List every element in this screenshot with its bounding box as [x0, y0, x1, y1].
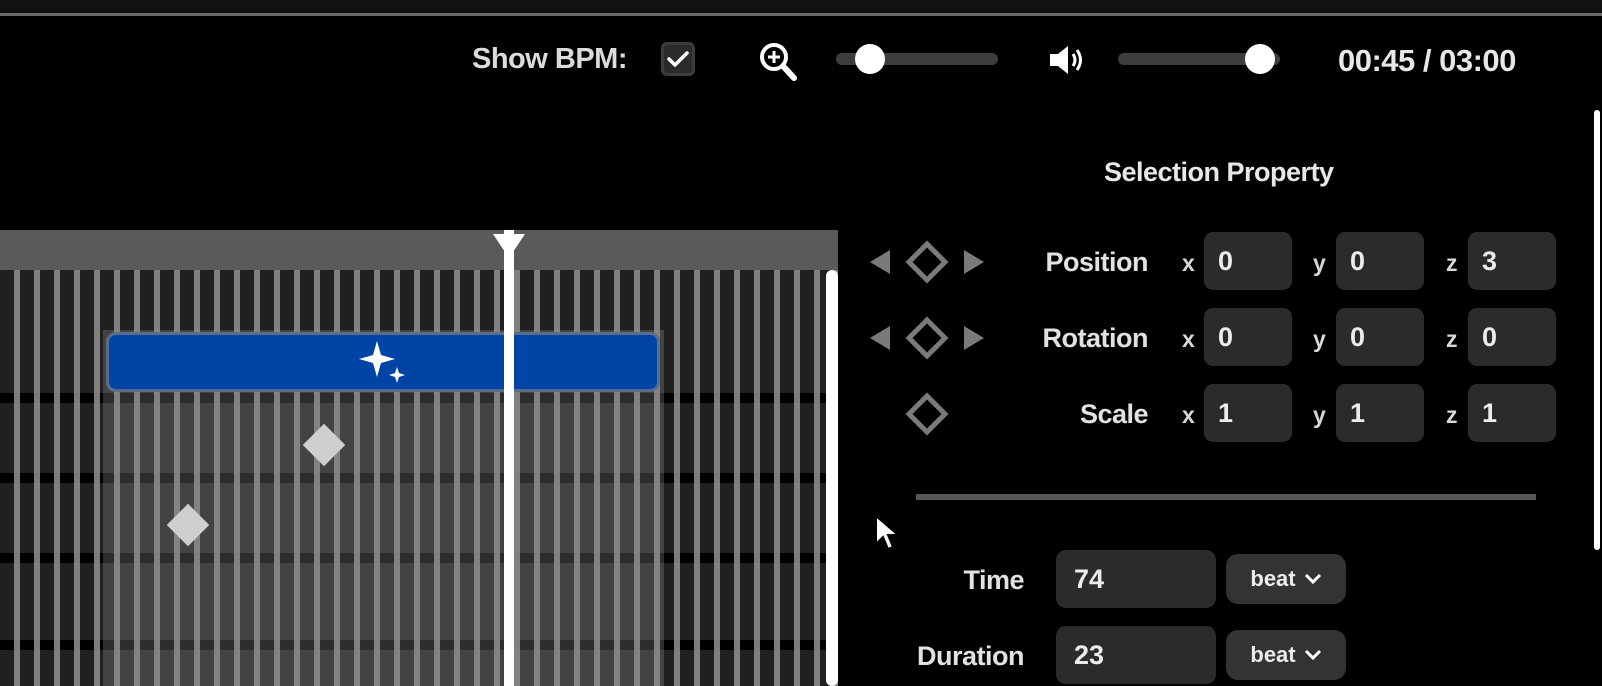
chevron-down-icon: [1304, 649, 1321, 661]
position-x-field[interactable]: 0: [1204, 232, 1292, 290]
position-keyframe-controls[interactable]: [868, 240, 986, 284]
show-bpm-checkbox[interactable]: [661, 42, 695, 76]
duration-unit-value: beat: [1250, 642, 1296, 667]
playhead-line[interactable]: [504, 230, 514, 686]
zoom-slider-thumb[interactable]: [855, 44, 886, 74]
zoom-in-icon[interactable]: [756, 40, 802, 84]
axis-label-y: y: [1313, 326, 1326, 352]
time-unit-select[interactable]: beat: [1226, 554, 1346, 604]
time-readout: 00:45 / 03:00: [1338, 43, 1516, 78]
keyframe-toggle-icon: [905, 240, 949, 284]
show-bpm-label: Show BPM:: [472, 43, 628, 75]
scale-x-field[interactable]: 1: [1204, 384, 1292, 442]
axis-label-z: z: [1446, 326, 1458, 352]
mouse-pointer-icon: [875, 514, 901, 551]
position-y-field[interactable]: 0: [1336, 232, 1424, 290]
scale-y-field[interactable]: 1: [1336, 384, 1424, 442]
timeline-ruler[interactable]: [0, 230, 838, 270]
panel-divider: [916, 494, 1536, 500]
panel-title: Selection Property: [1104, 157, 1334, 187]
rotation-x-field[interactable]: 0: [1204, 308, 1292, 366]
axis-label-x: x: [1182, 402, 1195, 428]
speaker-volume-icon[interactable]: [1046, 43, 1092, 77]
chevron-down-icon: [1304, 573, 1321, 585]
selected-clip[interactable]: [106, 332, 660, 392]
axis-label-x: x: [1182, 326, 1195, 352]
rotation-label: Rotation: [1042, 323, 1149, 353]
duration-unit-select[interactable]: beat: [1226, 630, 1346, 680]
playhead-marker[interactable]: [493, 234, 525, 258]
scale-z-field[interactable]: 1: [1468, 384, 1556, 442]
axis-label-y: y: [1313, 250, 1326, 276]
scale-keyframe-toggle-icon[interactable]: [905, 392, 949, 436]
position-z-field[interactable]: 3: [1468, 232, 1556, 290]
sparkle-icon: [359, 341, 405, 383]
rotation-y-field[interactable]: 0: [1336, 308, 1424, 366]
axis-label-y: y: [1313, 402, 1326, 428]
checkmark-icon: [667, 51, 689, 67]
duration-field[interactable]: 23: [1056, 626, 1216, 684]
axis-label-x: x: [1182, 250, 1195, 276]
rotation-keyframe-controls[interactable]: [868, 316, 986, 360]
prev-keyframe-icon: [870, 250, 890, 274]
panel-scrollbar[interactable]: [1594, 110, 1600, 550]
prev-keyframe-icon: [870, 326, 890, 350]
axis-label-z: z: [1446, 250, 1458, 276]
time-unit-value: beat: [1250, 566, 1296, 591]
scale-label: Scale: [1079, 399, 1149, 429]
duration-label: Duration: [917, 641, 1025, 671]
position-label: Position: [1045, 247, 1149, 277]
timeline-panel[interactable]: [0, 230, 838, 686]
rotation-z-field[interactable]: 0: [1468, 308, 1556, 366]
keyframe-toggle-icon: [905, 316, 949, 360]
volume-slider-thumb[interactable]: [1244, 44, 1275, 74]
axis-label-z: z: [1446, 402, 1458, 428]
time-label: Time: [963, 565, 1024, 595]
time-field[interactable]: 74: [1056, 550, 1216, 608]
window-top-edge: [0, 0, 1602, 16]
timeline-scrollbar[interactable]: [826, 270, 838, 686]
